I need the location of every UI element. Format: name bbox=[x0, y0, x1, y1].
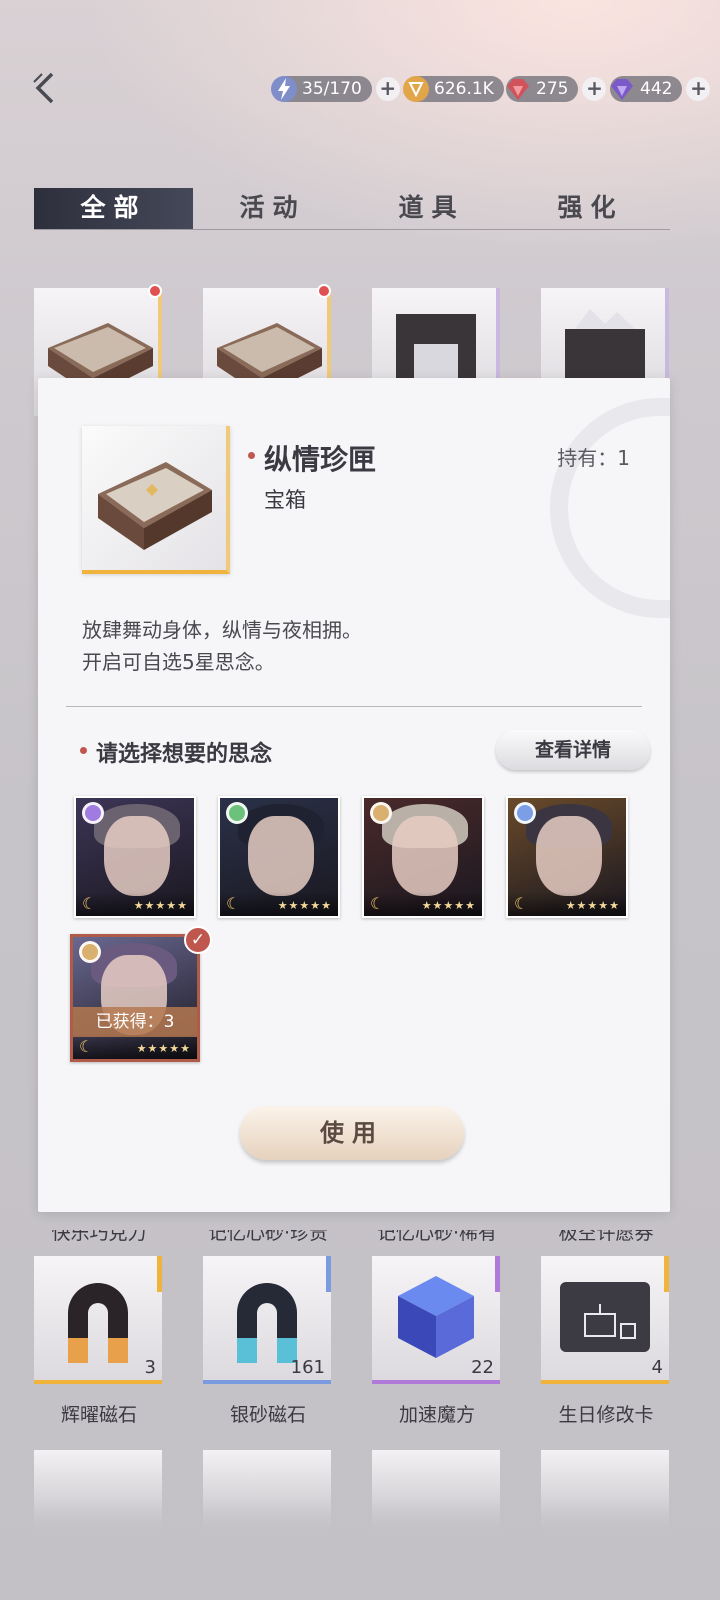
star-rating: ★★★★★ bbox=[421, 899, 476, 912]
rarity-stripe bbox=[157, 1256, 162, 1292]
item-count: 3 bbox=[144, 1357, 156, 1378]
description-line-2: 开启可自选5星思念。 bbox=[82, 650, 275, 674]
moon-icon: ☾ bbox=[82, 894, 97, 913]
birthday-card-icon bbox=[560, 1282, 650, 1352]
rarity-stripe bbox=[495, 1256, 500, 1292]
cut-item-label-4: 极空许愿券 bbox=[558, 1230, 654, 1244]
selected-check-icon: ✓ bbox=[184, 926, 212, 954]
new-badge bbox=[148, 284, 162, 298]
cut-item-label-2: 记忆心砂·珍贵 bbox=[207, 1230, 329, 1244]
cut-item-label-1: 快乐巧克力 bbox=[51, 1230, 147, 1244]
red-gem-icon bbox=[502, 73, 534, 105]
item-title: 纵情珍匣 bbox=[264, 443, 377, 476]
item-card-birthday-card[interactable]: 4 bbox=[541, 1256, 669, 1384]
star-rating: ★★★★★ bbox=[136, 1042, 191, 1055]
red-gem-value: 275 bbox=[536, 79, 569, 99]
bottom-fade bbox=[0, 1500, 720, 1600]
section-bullet bbox=[80, 747, 87, 754]
item-label-birthday-card: 生日修改卡 bbox=[558, 1404, 654, 1426]
rarity-bar bbox=[372, 1380, 500, 1384]
coin-icon bbox=[400, 73, 432, 105]
held-count: 持有：1 bbox=[557, 446, 630, 470]
star-rating: ★★★★★ bbox=[133, 899, 188, 912]
item-count: 22 bbox=[471, 1357, 494, 1378]
treasure-chest-icon bbox=[98, 462, 212, 550]
purple-gem-value: 442 bbox=[640, 79, 673, 99]
portrait-face bbox=[392, 816, 458, 896]
stamina-value: 35/170 bbox=[302, 79, 362, 99]
memory-choice-2[interactable]: ☾ ★★★★★ bbox=[218, 796, 340, 918]
rarity-bar bbox=[541, 1380, 669, 1384]
purple-gem-icon bbox=[606, 73, 638, 105]
view-details-button[interactable]: 查看详情 bbox=[496, 730, 650, 770]
tab-activity[interactable]: 活动 bbox=[193, 188, 352, 229]
description-line-1: 放肆舞动身体，纵情与夜相拥。 bbox=[82, 618, 362, 642]
item-card-speed-cube[interactable]: 22 bbox=[372, 1256, 500, 1384]
element-orb-icon bbox=[370, 802, 392, 824]
portrait-face bbox=[248, 816, 314, 896]
add-red-gem-button[interactable]: + bbox=[582, 77, 607, 101]
rarity-bar bbox=[34, 1380, 162, 1384]
star-rating: ★★★★★ bbox=[565, 899, 620, 912]
moon-icon: ☾ bbox=[226, 894, 241, 913]
use-button[interactable]: 使用 bbox=[240, 1106, 464, 1160]
memory-choice-3[interactable]: ☾ ★★★★★ bbox=[362, 796, 484, 918]
tab-all[interactable]: 全部 bbox=[34, 188, 193, 229]
portrait-face bbox=[104, 816, 170, 896]
moon-icon: ☾ bbox=[370, 894, 385, 913]
tab-items[interactable]: 道具 bbox=[352, 188, 511, 229]
item-count: 161 bbox=[290, 1357, 325, 1378]
purple-gem-counter: 442 + bbox=[610, 74, 711, 104]
item-count: 4 bbox=[651, 1357, 663, 1378]
item-label-radiant-magnet: 辉曜磁石 bbox=[60, 1404, 137, 1426]
moon-icon: ☾ bbox=[514, 894, 529, 913]
red-gem-counter: 275 + bbox=[506, 74, 607, 104]
rarity-stripe bbox=[326, 1256, 331, 1292]
memory-choice-5[interactable]: 已获得：3 ☾ ★★★★★ bbox=[70, 934, 200, 1062]
portrait-face bbox=[536, 816, 602, 896]
gold-counter: 626.1K bbox=[403, 74, 504, 104]
owned-count-tag: 已获得：3 bbox=[73, 1007, 197, 1037]
title-bullet bbox=[248, 452, 255, 459]
add-purple-gem-button[interactable]: + bbox=[686, 77, 711, 101]
select-prompt: 请选择想要的思念 bbox=[96, 741, 273, 767]
stamina-counter: 35/170 + bbox=[271, 74, 400, 104]
decorative-arc bbox=[550, 398, 670, 618]
item-label-silver-magnet: 银砂磁石 bbox=[229, 1404, 306, 1426]
item-card-radiant-magnet[interactable]: 3 bbox=[34, 1256, 162, 1384]
memory-choice-4[interactable]: ☾ ★★★★★ bbox=[506, 796, 628, 918]
gold-value: 626.1K bbox=[434, 79, 494, 99]
add-stamina-button[interactable]: + bbox=[375, 77, 400, 101]
element-orb-icon bbox=[79, 941, 101, 963]
item-detail-panel: 纵情珍匣 宝箱 持有：1 放肆舞动身体，纵情与夜相拥。 开启可自选5星思念。 请… bbox=[38, 378, 670, 1212]
magnet-icon bbox=[237, 1283, 297, 1363]
tab-enhance[interactable]: 强化 bbox=[511, 188, 670, 229]
chevron-left-icon bbox=[33, 72, 54, 104]
star-rating: ★★★★★ bbox=[277, 899, 332, 912]
new-badge bbox=[317, 284, 331, 298]
category-tabs: 全部 活动 道具 强化 bbox=[34, 188, 670, 230]
item-description: 放肆舞动身体，纵情与夜相拥。 开启可自选5星思念。 bbox=[82, 614, 362, 678]
cube-icon bbox=[398, 1276, 474, 1358]
rarity-stripe bbox=[664, 1256, 669, 1292]
moon-icon: ☾ bbox=[79, 1037, 94, 1056]
item-label-speed-cube: 加速魔方 bbox=[398, 1404, 475, 1426]
item-thumbnail bbox=[82, 426, 230, 574]
divider bbox=[66, 706, 642, 707]
element-orb-icon bbox=[514, 802, 536, 824]
background-glow bbox=[0, 0, 720, 300]
item-type: 宝箱 bbox=[264, 488, 306, 512]
rarity-bar bbox=[203, 1380, 331, 1384]
memory-choice-1[interactable]: ☾ ★★★★★ bbox=[74, 796, 196, 918]
lightning-icon bbox=[268, 73, 300, 105]
element-orb-icon bbox=[226, 802, 248, 824]
back-button[interactable] bbox=[30, 68, 66, 108]
element-orb-icon bbox=[82, 802, 104, 824]
item-card-silver-magnet[interactable]: 161 bbox=[203, 1256, 331, 1384]
cut-item-label-3: 记忆心砂·稀有 bbox=[376, 1230, 498, 1244]
magnet-icon bbox=[68, 1283, 128, 1363]
